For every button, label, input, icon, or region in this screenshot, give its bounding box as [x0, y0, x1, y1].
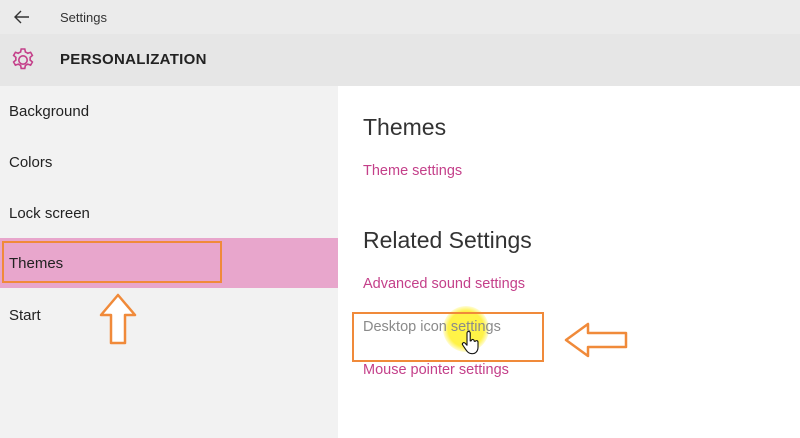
sidebar-item-background[interactable]: Background	[0, 86, 338, 136]
theme-settings-link[interactable]: Theme settings	[363, 163, 462, 179]
advanced-sound-settings-link[interactable]: Advanced sound settings	[363, 276, 525, 292]
themes-heading: Themes	[363, 114, 447, 140]
sidebar-item-lock-screen[interactable]: Lock screen	[0, 188, 338, 238]
left-arrow-icon	[564, 322, 628, 358]
desktop-icon-settings-link[interactable]: Desktop icon settings	[363, 319, 501, 335]
sidebar-item-start[interactable]: Start	[0, 290, 338, 340]
sidebar-item-label: Background	[9, 103, 90, 120]
back-button[interactable]	[8, 4, 36, 30]
mouse-pointer-settings-link[interactable]: Mouse pointer settings	[363, 362, 509, 378]
title-bar: Settings	[0, 0, 800, 34]
sidebar-item-colors[interactable]: Colors	[0, 137, 338, 187]
sidebar: Background Colors Lock screen Themes Sta…	[0, 86, 338, 438]
sidebar-item-label: Colors	[9, 154, 53, 171]
page-title: PERSONALIZATION	[60, 51, 207, 68]
sidebar-item-label: Lock screen	[9, 205, 90, 222]
sidebar-item-label: Start	[9, 307, 41, 324]
gear-icon	[12, 48, 34, 70]
sidebar-item-label: Themes	[9, 255, 64, 272]
main-content: Themes Theme settings Related Settings A…	[338, 86, 800, 438]
hand-cursor-icon	[461, 330, 479, 355]
sidebar-item-themes[interactable]: Themes	[0, 238, 338, 288]
window-title: Settings	[60, 10, 107, 25]
back-arrow-icon	[14, 10, 29, 24]
up-arrow-icon	[99, 293, 137, 345]
page-header: PERSONALIZATION	[0, 34, 800, 86]
related-settings-heading: Related Settings	[363, 227, 532, 253]
